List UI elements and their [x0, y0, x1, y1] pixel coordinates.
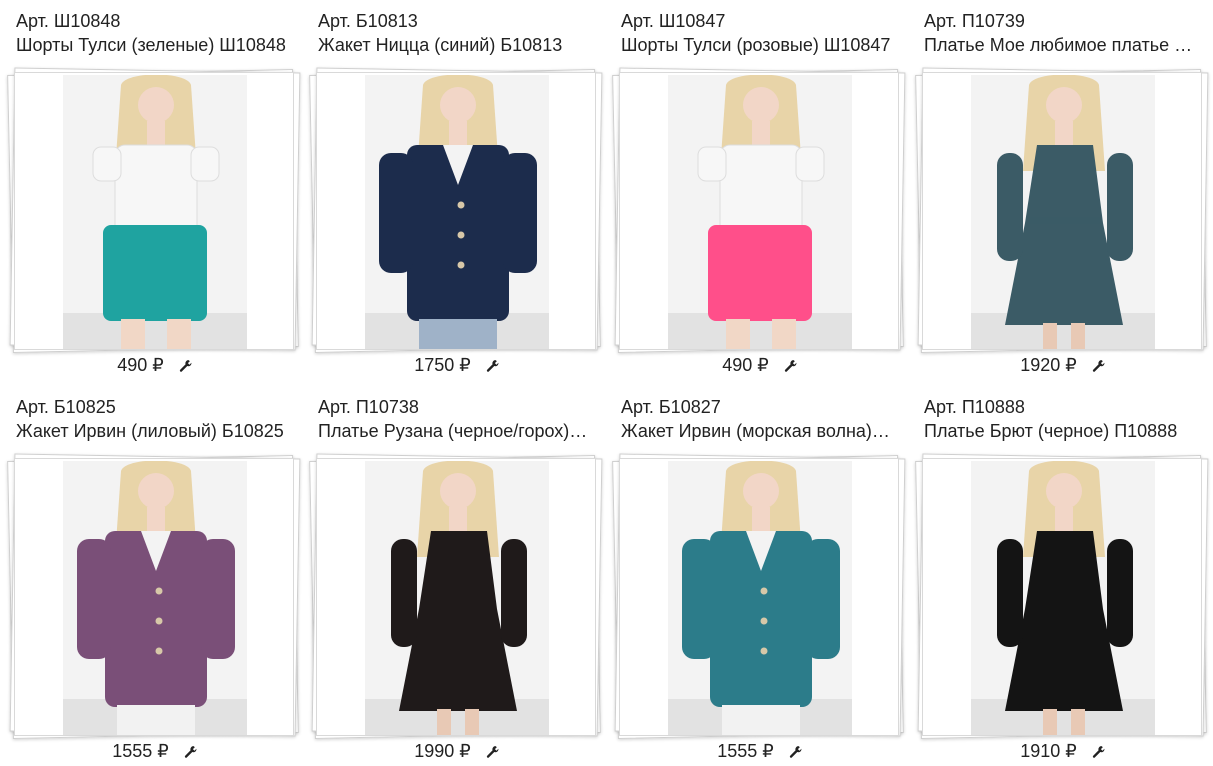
product-card[interactable]: Арт. Б10813 Жакет Ницца (синий) Б10813 1… — [302, 0, 603, 380]
price-row: 490 ₽ — [10, 354, 300, 378]
product-photo — [365, 461, 549, 735]
product-price: 490 ₽ — [117, 355, 164, 375]
product-price: 1920 ₽ — [1020, 355, 1077, 375]
wrench-icon[interactable] — [789, 742, 803, 764]
product-article: Арт. П10738 — [318, 397, 419, 417]
product-price: 1990 ₽ — [414, 741, 471, 761]
price-row: 1555 ₽ — [615, 740, 905, 764]
product-price: 1750 ₽ — [414, 355, 471, 375]
product-image[interactable]: 490 ₽ — [7, 66, 301, 375]
product-image[interactable]: 1920 ₽ — [915, 66, 1209, 375]
wrench-icon[interactable] — [179, 356, 193, 378]
photo-frame — [619, 458, 899, 736]
product-card[interactable]: Арт. Б10825 Жакет Ирвин (лиловый) Б10825… — [0, 386, 301, 766]
product-card[interactable]: Арт. Ш10848 Шорты Тулси (зеленые) Ш10848… — [0, 0, 301, 380]
wrench-icon[interactable] — [486, 356, 500, 378]
product-title[interactable]: Жакет Ирвин (морская волна) Б10827 — [621, 420, 893, 442]
product-article: Арт. Ш10848 — [16, 11, 121, 31]
product-image[interactable]: 1750 ₽ — [309, 66, 603, 375]
product-image[interactable]: 490 ₽ — [612, 66, 906, 375]
product-card[interactable]: Арт. П10739 Платье Мое любимое платье П1… — [908, 0, 1209, 380]
product-photo — [971, 461, 1155, 735]
product-price: 490 ₽ — [722, 355, 769, 375]
photo-frame — [619, 72, 899, 350]
product-title[interactable]: Платье Брют (черное) П10888 — [924, 420, 1196, 442]
product-article: Арт. Ш10847 — [621, 11, 726, 31]
product-photo — [63, 461, 247, 735]
product-image[interactable]: 1555 ₽ — [612, 452, 906, 761]
price-row: 1910 ₽ — [918, 740, 1208, 764]
photo-frame — [922, 72, 1202, 350]
product-article: Арт. П10739 — [924, 11, 1025, 31]
product-title[interactable]: Платье Мое любимое платье П10739 — [924, 34, 1196, 56]
product-title[interactable]: Шорты Тулси (розовые) Ш10847 — [621, 34, 893, 56]
product-photo — [365, 75, 549, 349]
photo-frame — [316, 458, 596, 736]
photo-frame — [14, 72, 294, 350]
price-row: 1920 ₽ — [918, 354, 1208, 378]
wrench-icon[interactable] — [486, 742, 500, 764]
product-photo — [63, 75, 247, 349]
product-image[interactable]: 1990 ₽ — [309, 452, 603, 761]
product-card[interactable]: Арт. Ш10847 Шорты Тулси (розовые) Ш10847… — [605, 0, 906, 380]
product-title[interactable]: Жакет Ирвин (лиловый) Б10825 — [16, 420, 288, 442]
product-price: 1555 ₽ — [112, 741, 169, 761]
product-card[interactable]: Арт. П10738 Платье Рузана (черное/горох)… — [302, 386, 603, 766]
product-title[interactable]: Платье Рузана (черное/горох) П10738 — [318, 420, 590, 442]
product-image[interactable]: 1910 ₽ — [915, 452, 1209, 761]
wrench-icon[interactable] — [1092, 356, 1106, 378]
photo-frame — [922, 458, 1202, 736]
product-title[interactable]: Жакет Ницца (синий) Б10813 — [318, 34, 590, 56]
product-card[interactable]: Арт. Б10827 Жакет Ирвин (морская волна) … — [605, 386, 906, 766]
wrench-icon[interactable] — [1092, 742, 1106, 764]
photo-frame — [316, 72, 596, 350]
product-article: Арт. Б10813 — [318, 11, 418, 31]
product-title[interactable]: Шорты Тулси (зеленые) Ш10848 — [16, 34, 288, 56]
price-row: 1750 ₽ — [312, 354, 602, 378]
product-photo — [971, 75, 1155, 349]
wrench-icon[interactable] — [784, 356, 798, 378]
product-grid: Арт. Ш10848 Шорты Тулси (зеленые) Ш10848… — [0, 0, 1213, 761]
product-article: Арт. П10888 — [924, 397, 1025, 417]
product-photo — [668, 75, 852, 349]
product-article: Арт. Б10825 — [16, 397, 116, 417]
product-photo — [668, 461, 852, 735]
wrench-icon[interactable] — [184, 742, 198, 764]
product-price: 1555 ₽ — [717, 741, 774, 761]
price-row: 1555 ₽ — [10, 740, 300, 764]
price-row: 1990 ₽ — [312, 740, 602, 764]
product-card[interactable]: Арт. П10888 Платье Брют (черное) П10888 … — [908, 386, 1209, 766]
photo-frame — [14, 458, 294, 736]
product-article: Арт. Б10827 — [621, 397, 721, 417]
price-row: 490 ₽ — [615, 354, 905, 378]
product-price: 1910 ₽ — [1020, 741, 1077, 761]
product-image[interactable]: 1555 ₽ — [7, 452, 301, 761]
